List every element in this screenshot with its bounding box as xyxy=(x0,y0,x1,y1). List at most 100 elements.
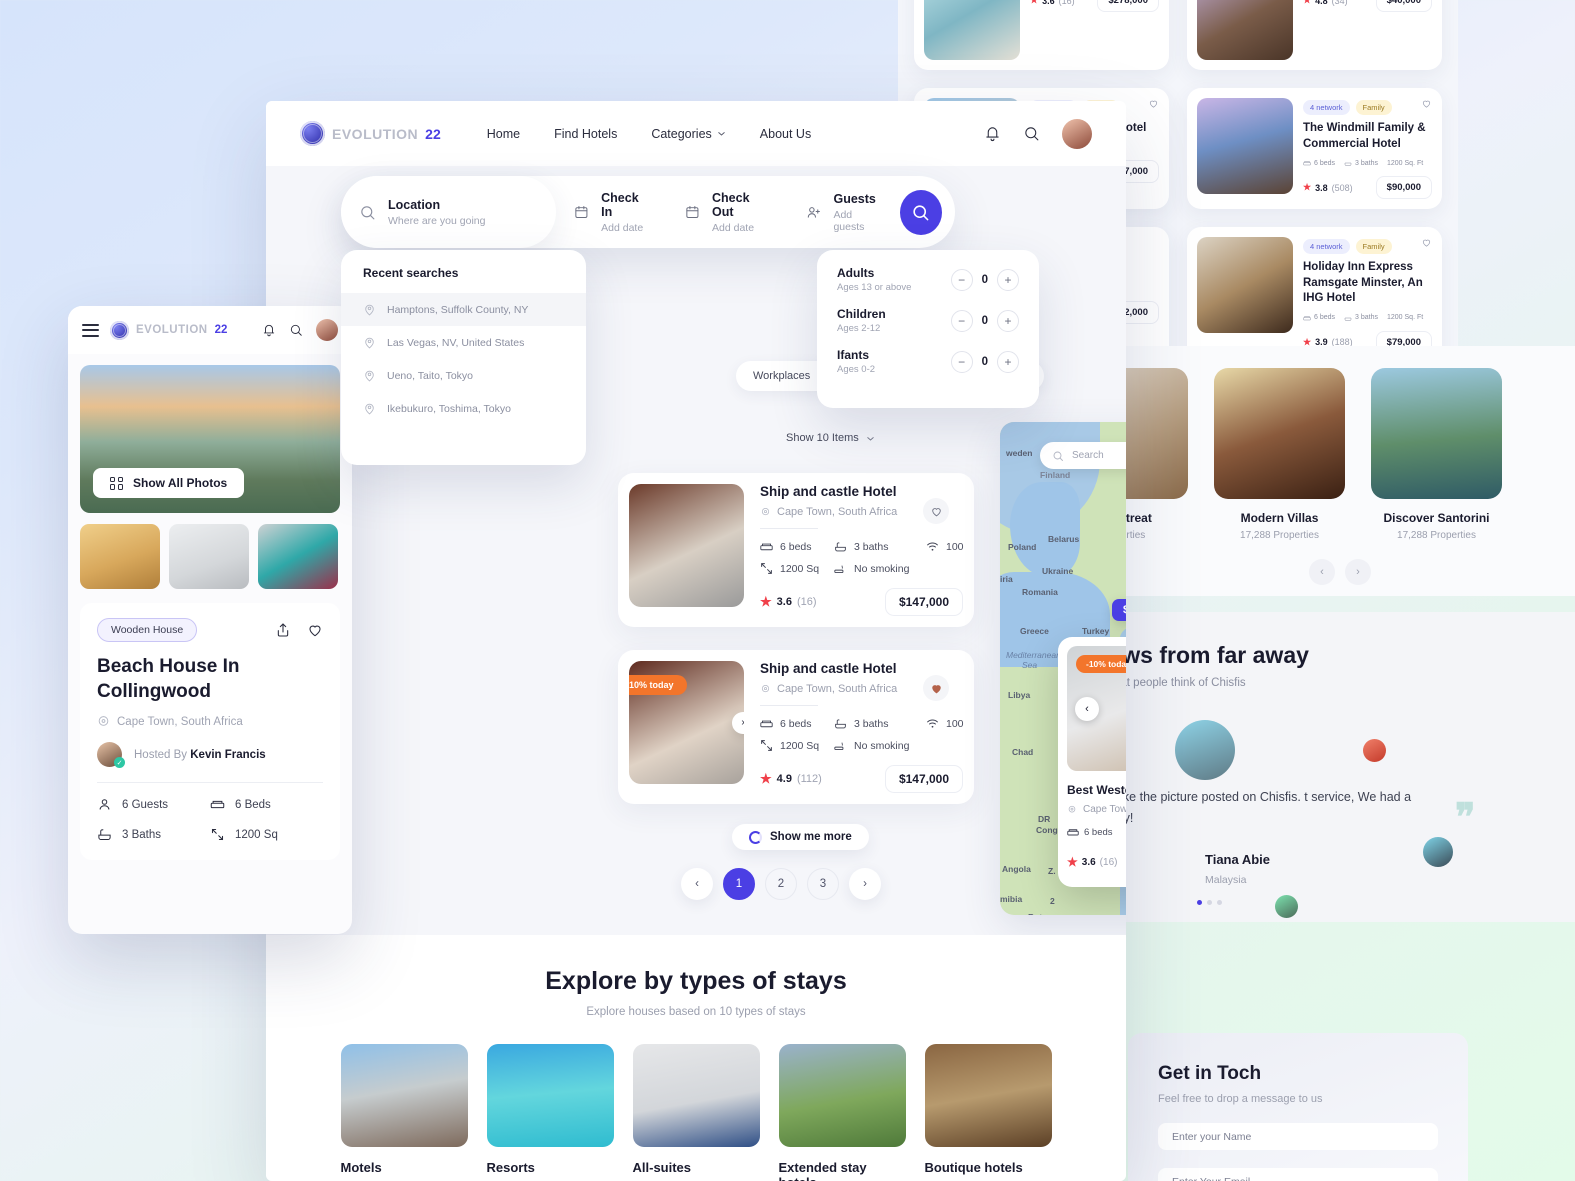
city-card[interactable]: Discover Santorini 17,288 Properties xyxy=(1371,368,1502,541)
location-field[interactable]: Location Where are you going xyxy=(341,176,557,248)
discount-badge: -10% today xyxy=(629,675,687,695)
heart-icon[interactable] xyxy=(1421,98,1432,109)
infants-label: Ifants xyxy=(837,348,870,362)
user-avatar[interactable] xyxy=(316,319,338,341)
stay-type-card[interactable]: All-suites 188,288 Hotels xyxy=(632,1044,760,1181)
heart-icon[interactable] xyxy=(923,675,949,701)
beds-spec: 6 beds xyxy=(760,717,834,730)
brand-suffix: 22 xyxy=(214,324,228,336)
discount-badge: -10% today xyxy=(1076,655,1126,673)
calendar-icon xyxy=(575,205,588,219)
carousel-dots[interactable] xyxy=(1197,900,1222,905)
stay-type-card[interactable]: Motels 188,288 Hotels xyxy=(340,1044,468,1181)
search-icon xyxy=(361,205,375,219)
hotel-name: Best Western Cedars Hotel xyxy=(1067,783,1126,797)
prev-photo-button[interactable]: ‹ xyxy=(1075,696,1099,721)
property-thumbnail[interactable] xyxy=(169,524,249,589)
location-placeholder: Where are you going xyxy=(388,214,486,227)
property-thumbnail[interactable] xyxy=(258,524,338,589)
pagination-next-button[interactable]: › xyxy=(849,868,881,900)
name-field[interactable]: Enter your Name xyxy=(1158,1123,1438,1150)
bg-hotel-card[interactable]: 6 beds 3 baths 1200 Sq. Ft ★3.6(16) $278… xyxy=(914,0,1169,70)
show-more-button[interactable]: Show me more xyxy=(732,824,869,850)
top-navigation-bar: EVOLUTION 22 Home Find Hotels Categories… xyxy=(266,101,1126,166)
pagination-page-1[interactable]: 1 xyxy=(723,868,755,900)
increment-button[interactable]: + xyxy=(997,350,1019,373)
decrement-button[interactable]: − xyxy=(950,309,973,332)
hotel-list-card[interactable]: -10% today › Ship and castle Hotel Cape … xyxy=(618,650,974,804)
map-search-input[interactable]: Search xyxy=(1040,442,1126,469)
hotel-name: Ship and castle Hotel xyxy=(760,484,897,499)
pagination-page-2[interactable]: 2 xyxy=(765,868,797,900)
map-hotel-card[interactable]: -10% today ‹ › Best Western Cedars Hotel… xyxy=(1058,637,1126,887)
search-submit-button[interactable] xyxy=(899,189,943,235)
hamburger-menu-icon[interactable] xyxy=(82,320,99,340)
stay-type-card[interactable]: Extended stay hotels 188,288 Hotels xyxy=(778,1044,906,1181)
map-panel[interactable]: weden Finland Poland Belarus Ukraine Rom… xyxy=(1000,422,1126,915)
search-icon[interactable] xyxy=(1023,125,1040,142)
user-avatar[interactable] xyxy=(1062,118,1092,149)
recent-search-item[interactable]: Hamptons, Suffolk County, NY xyxy=(341,293,586,326)
increment-button[interactable]: + xyxy=(997,309,1019,332)
bg-hotel-card[interactable]: 4 network Family Holiday Inn Express Ram… xyxy=(1187,227,1442,364)
nav-item-home[interactable]: Home xyxy=(487,127,520,141)
search-icon[interactable] xyxy=(289,323,303,337)
bell-icon[interactable] xyxy=(262,323,276,337)
pagination-page-3[interactable]: 3 xyxy=(807,868,839,900)
recent-search-item[interactable]: Ikebukuro, Toshima, Tokyo xyxy=(341,392,586,425)
property-location: Cape Town, South Africa xyxy=(97,715,323,728)
section-subtitle: Explore houses based on 10 types of stay… xyxy=(586,1006,806,1018)
guests-field[interactable]: Guests Add guests xyxy=(788,176,900,248)
checkout-field[interactable]: Check Out Add date xyxy=(667,176,788,248)
brand-logo[interactable]: EVOLUTION 22 xyxy=(110,320,228,340)
guests-value: Add guests xyxy=(833,208,865,233)
heart-icon[interactable] xyxy=(1148,98,1159,109)
quote-icon: ❞ xyxy=(1455,797,1476,839)
property-thumbnail[interactable] xyxy=(80,524,160,589)
bg-hotel-card[interactable]: 6 beds 3 baths 1200 Sq. Ft ★4.8(34) $40,… xyxy=(1187,0,1442,70)
map-card-footer: ★3.6(16) $147,000 xyxy=(1067,850,1126,874)
heart-icon[interactable] xyxy=(307,622,323,638)
carousel-next-button[interactable]: › xyxy=(1345,559,1371,585)
guest-row-children: Children Ages 2-12 − 0 + xyxy=(837,307,1019,334)
stay-type-card[interactable]: Boutique hotels 188,288 Hotels xyxy=(924,1044,1052,1181)
map-price-pin-active[interactable]: $980 xyxy=(1112,599,1126,621)
location-pin-icon xyxy=(761,507,770,515)
email-field[interactable]: Enter Your Email xyxy=(1158,1168,1438,1181)
brand-logo[interactable]: EVOLUTION 22 xyxy=(300,121,441,146)
divider xyxy=(760,705,818,706)
stay-type-name: All-suites xyxy=(632,1160,692,1175)
checkin-field[interactable]: Check In Add date xyxy=(556,176,667,248)
nav-item-categories[interactable]: Categories xyxy=(651,127,725,141)
nav-item-about-us[interactable]: About Us xyxy=(760,127,811,141)
heart-icon[interactable] xyxy=(1421,237,1432,248)
show-items-dropdown[interactable]: Show 10 Items xyxy=(786,432,875,444)
show-all-photos-button[interactable]: Show All Photos xyxy=(93,468,245,498)
hotel-list-card[interactable]: Ship and castle Hotel Cape Town, South A… xyxy=(618,473,974,627)
children-label: Children xyxy=(837,307,886,321)
bell-icon[interactable] xyxy=(984,125,1001,142)
size-spec: 1200 Sq. Ft xyxy=(1387,314,1424,322)
recent-search-item[interactable]: Las Vegas, NV, United States xyxy=(341,326,586,359)
guest-row-infants: Ifants Ages 0-2 − 0 + xyxy=(837,348,1019,375)
next-photo-button[interactable]: › xyxy=(732,711,744,734)
share-icon[interactable] xyxy=(275,622,291,638)
search-icon xyxy=(1053,451,1063,461)
heart-icon[interactable] xyxy=(923,498,949,524)
carousel-prev-button[interactable]: ‹ xyxy=(1309,559,1335,585)
wifi-spec: 100 xyxy=(926,540,964,553)
decrement-button[interactable]: − xyxy=(950,350,973,373)
pagination-prev-button[interactable]: ‹ xyxy=(681,868,713,900)
city-card[interactable]: Modern Villas 17,288 Properties xyxy=(1214,368,1345,541)
stay-type-card[interactable]: Resorts 188,288 Hotels xyxy=(486,1044,614,1181)
host-row[interactable]: Hosted By Kevin Francis xyxy=(97,742,323,769)
decrement-button[interactable]: − xyxy=(950,268,973,291)
adults-sublabel: Ages 13 or above xyxy=(837,282,912,293)
recent-search-item[interactable]: Ueno, Taito, Tokyo xyxy=(341,359,586,392)
property-tag-row: Wooden House xyxy=(97,618,323,642)
increment-button[interactable]: + xyxy=(997,268,1019,291)
loading-spinner-icon xyxy=(749,830,762,844)
nav-item-find-hotels[interactable]: Find Hotels xyxy=(554,127,617,141)
price: $147,000 xyxy=(884,588,963,616)
bg-hotel-card[interactable]: 4 network Family The Windmill Family & C… xyxy=(1187,88,1442,210)
